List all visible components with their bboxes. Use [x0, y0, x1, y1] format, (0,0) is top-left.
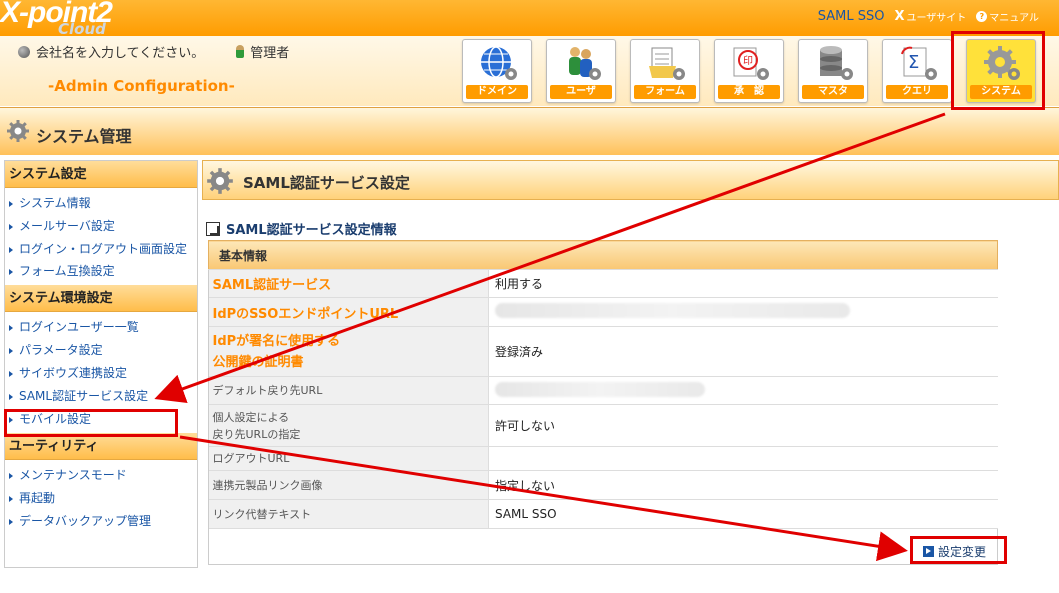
- row-value: [488, 297, 998, 327]
- redacted-value: [495, 381, 705, 397]
- manual-label: マニュアル: [989, 13, 1039, 24]
- sidebar-item-restart[interactable]: 再起動: [5, 487, 197, 510]
- change-settings-button[interactable]: 設定変更: [917, 541, 1001, 561]
- menu-query-button[interactable]: Σ クエリ: [882, 39, 952, 103]
- sidebar-item-form-compat[interactable]: フォーム互換設定: [5, 260, 197, 283]
- menu-master-button[interactable]: マスタ: [798, 39, 868, 103]
- content-title: SAML認証サービス設定: [243, 174, 410, 192]
- menu-system-label: システム: [970, 85, 1032, 99]
- sidebar-item-parameters[interactable]: パラメータ設定: [5, 339, 197, 362]
- row-label: IdPのSSOエンドポイントURL: [208, 297, 489, 327]
- table-row: ログアウトURL: [208, 446, 998, 471]
- system-gear-icon: [984, 46, 1020, 80]
- table-row: SAML認証サービス 利用する: [208, 269, 998, 298]
- user-site-link[interactable]: X ユーザサイト: [894, 9, 966, 24]
- admin-menu: ドメイン ユーザ フォーム 印 承 認 マスタ Σ クエリ システム: [462, 39, 1036, 103]
- user-site-label: ユーザサイト: [906, 13, 967, 24]
- menu-query-label: クエリ: [886, 85, 948, 99]
- admin-configuration-label: -Admin Configuration-: [48, 77, 235, 95]
- menu-domain-label: ドメイン: [466, 85, 528, 99]
- sidebar-item-mobile[interactable]: モバイル設定: [5, 408, 197, 431]
- saml-sso-link[interactable]: SAML SSO: [818, 9, 885, 24]
- company-info: 会社名を入力してください。 管理者: [18, 42, 289, 61]
- svg-text:Σ: Σ: [908, 52, 919, 73]
- table-row: IdPが署名に使用する 公開鍵の証明書 登録済み: [208, 326, 998, 377]
- menu-approval-button[interactable]: 印 承 認: [714, 39, 784, 103]
- content-header: SAML認証サービス設定: [202, 160, 1059, 200]
- database-icon: [820, 46, 853, 80]
- group-header: 基本情報: [208, 240, 998, 270]
- sidebar-item-saml[interactable]: SAML認証サービス設定: [5, 385, 197, 408]
- gear-icon: [207, 168, 233, 194]
- top-links: SAML SSO X ユーザサイト ? マニュアル: [818, 9, 1039, 24]
- menu-approval-label: 承 認: [718, 85, 780, 99]
- menu-domain-button[interactable]: ドメイン: [462, 39, 532, 103]
- top-bar: X-point2 Cloud SAML SSO X ユーザサイト ? マニュアル: [0, 0, 1059, 38]
- row-label: デフォルト戻り先URL: [208, 376, 489, 405]
- row-value: SAML SSO: [488, 499, 998, 529]
- sidebar-item-mail-server[interactable]: メールサーバ設定: [5, 215, 197, 238]
- gear-icon: [7, 120, 29, 142]
- sidebar-item-login-users[interactable]: ログインユーザー一覧: [5, 316, 197, 339]
- table-row: リンク代替テキスト SAML SSO: [208, 499, 998, 529]
- menu-system-button[interactable]: システム: [966, 39, 1036, 103]
- table-row: 連携元製品リンク画像 指定しない: [208, 470, 998, 500]
- query-sigma-icon: Σ: [901, 46, 937, 80]
- row-value: [488, 446, 998, 471]
- svg-text:印: 印: [743, 55, 753, 67]
- sidebar-section-title: システム環境設定: [5, 285, 197, 312]
- page-title-bar: システム管理: [0, 107, 1059, 155]
- section-title-text: SAML認証サービス設定情報: [226, 223, 397, 238]
- sidebar-item-maintenance[interactable]: メンテナンスモード: [5, 464, 197, 487]
- x-icon: X: [894, 9, 905, 24]
- sidebar-item-system-info[interactable]: システム情報: [5, 192, 197, 215]
- arrow-icon: [206, 221, 220, 236]
- table-row: デフォルト戻り先URL: [208, 376, 998, 405]
- row-label: 連携元製品リンク画像: [208, 470, 489, 500]
- row-value: [488, 376, 998, 405]
- row-value: 登録済み: [488, 326, 998, 377]
- row-label: SAML認証サービス: [208, 269, 489, 298]
- page-title: システム管理: [36, 127, 132, 146]
- sidebar-item-backup[interactable]: データバックアップ管理: [5, 510, 197, 533]
- redacted-value: [495, 303, 850, 318]
- menu-user-label: ユーザ: [550, 85, 612, 99]
- row-label: リンク代替テキスト: [208, 499, 489, 529]
- row-value: 利用する: [488, 269, 998, 298]
- section-title: SAML認証サービス設定情報: [206, 219, 397, 238]
- row-label: ログアウトURL: [208, 446, 489, 471]
- row-value: 指定しない: [488, 470, 998, 500]
- sidebar: システム設定 システム情報 メールサーバ設定 ログイン・ログアウト画面設定 フォ…: [4, 160, 198, 568]
- user-role: 管理者: [250, 46, 290, 61]
- row-value: 許可しない: [488, 404, 998, 447]
- table-row: 個人設定による 戻り先URLの指定 許可しない: [208, 404, 998, 447]
- menu-form-label: フォーム: [634, 85, 696, 99]
- sidebar-section-title: システム設定: [5, 161, 197, 188]
- help-icon: ?: [976, 11, 988, 22]
- users-icon: [569, 47, 601, 80]
- sidebar-section-title: ユーティリティ: [5, 433, 197, 460]
- row-label: 個人設定による 戻り先URLの指定: [208, 404, 489, 447]
- manual-link[interactable]: ? マニュアル: [976, 9, 1039, 24]
- menu-master-label: マスタ: [802, 85, 864, 99]
- row-label: IdPが署名に使用する 公開鍵の証明書: [208, 326, 489, 377]
- form-icon: [649, 47, 685, 80]
- globe-icon: [481, 46, 517, 80]
- company-name: 会社名を入力してください。: [36, 46, 205, 61]
- table-row: IdPのSSOエンドポイントURL: [208, 297, 998, 327]
- company-icon: [18, 45, 30, 58]
- menu-form-button[interactable]: フォーム: [630, 39, 700, 103]
- sidebar-item-login-logout-screen[interactable]: ログイン・ログアウト画面設定: [5, 238, 197, 260]
- arrow-right-icon: [923, 545, 934, 557]
- sidebar-item-cybozu[interactable]: サイボウズ連携設定: [5, 362, 197, 385]
- approval-stamp-icon: 印: [733, 47, 769, 80]
- menu-user-button[interactable]: ユーザ: [546, 39, 616, 103]
- settings-table: 基本情報 SAML認証サービス 利用する IdPのSSOエンドポイントURL I…: [208, 240, 998, 529]
- user-icon: [236, 45, 245, 58]
- change-settings-label: 設定変更: [938, 544, 987, 559]
